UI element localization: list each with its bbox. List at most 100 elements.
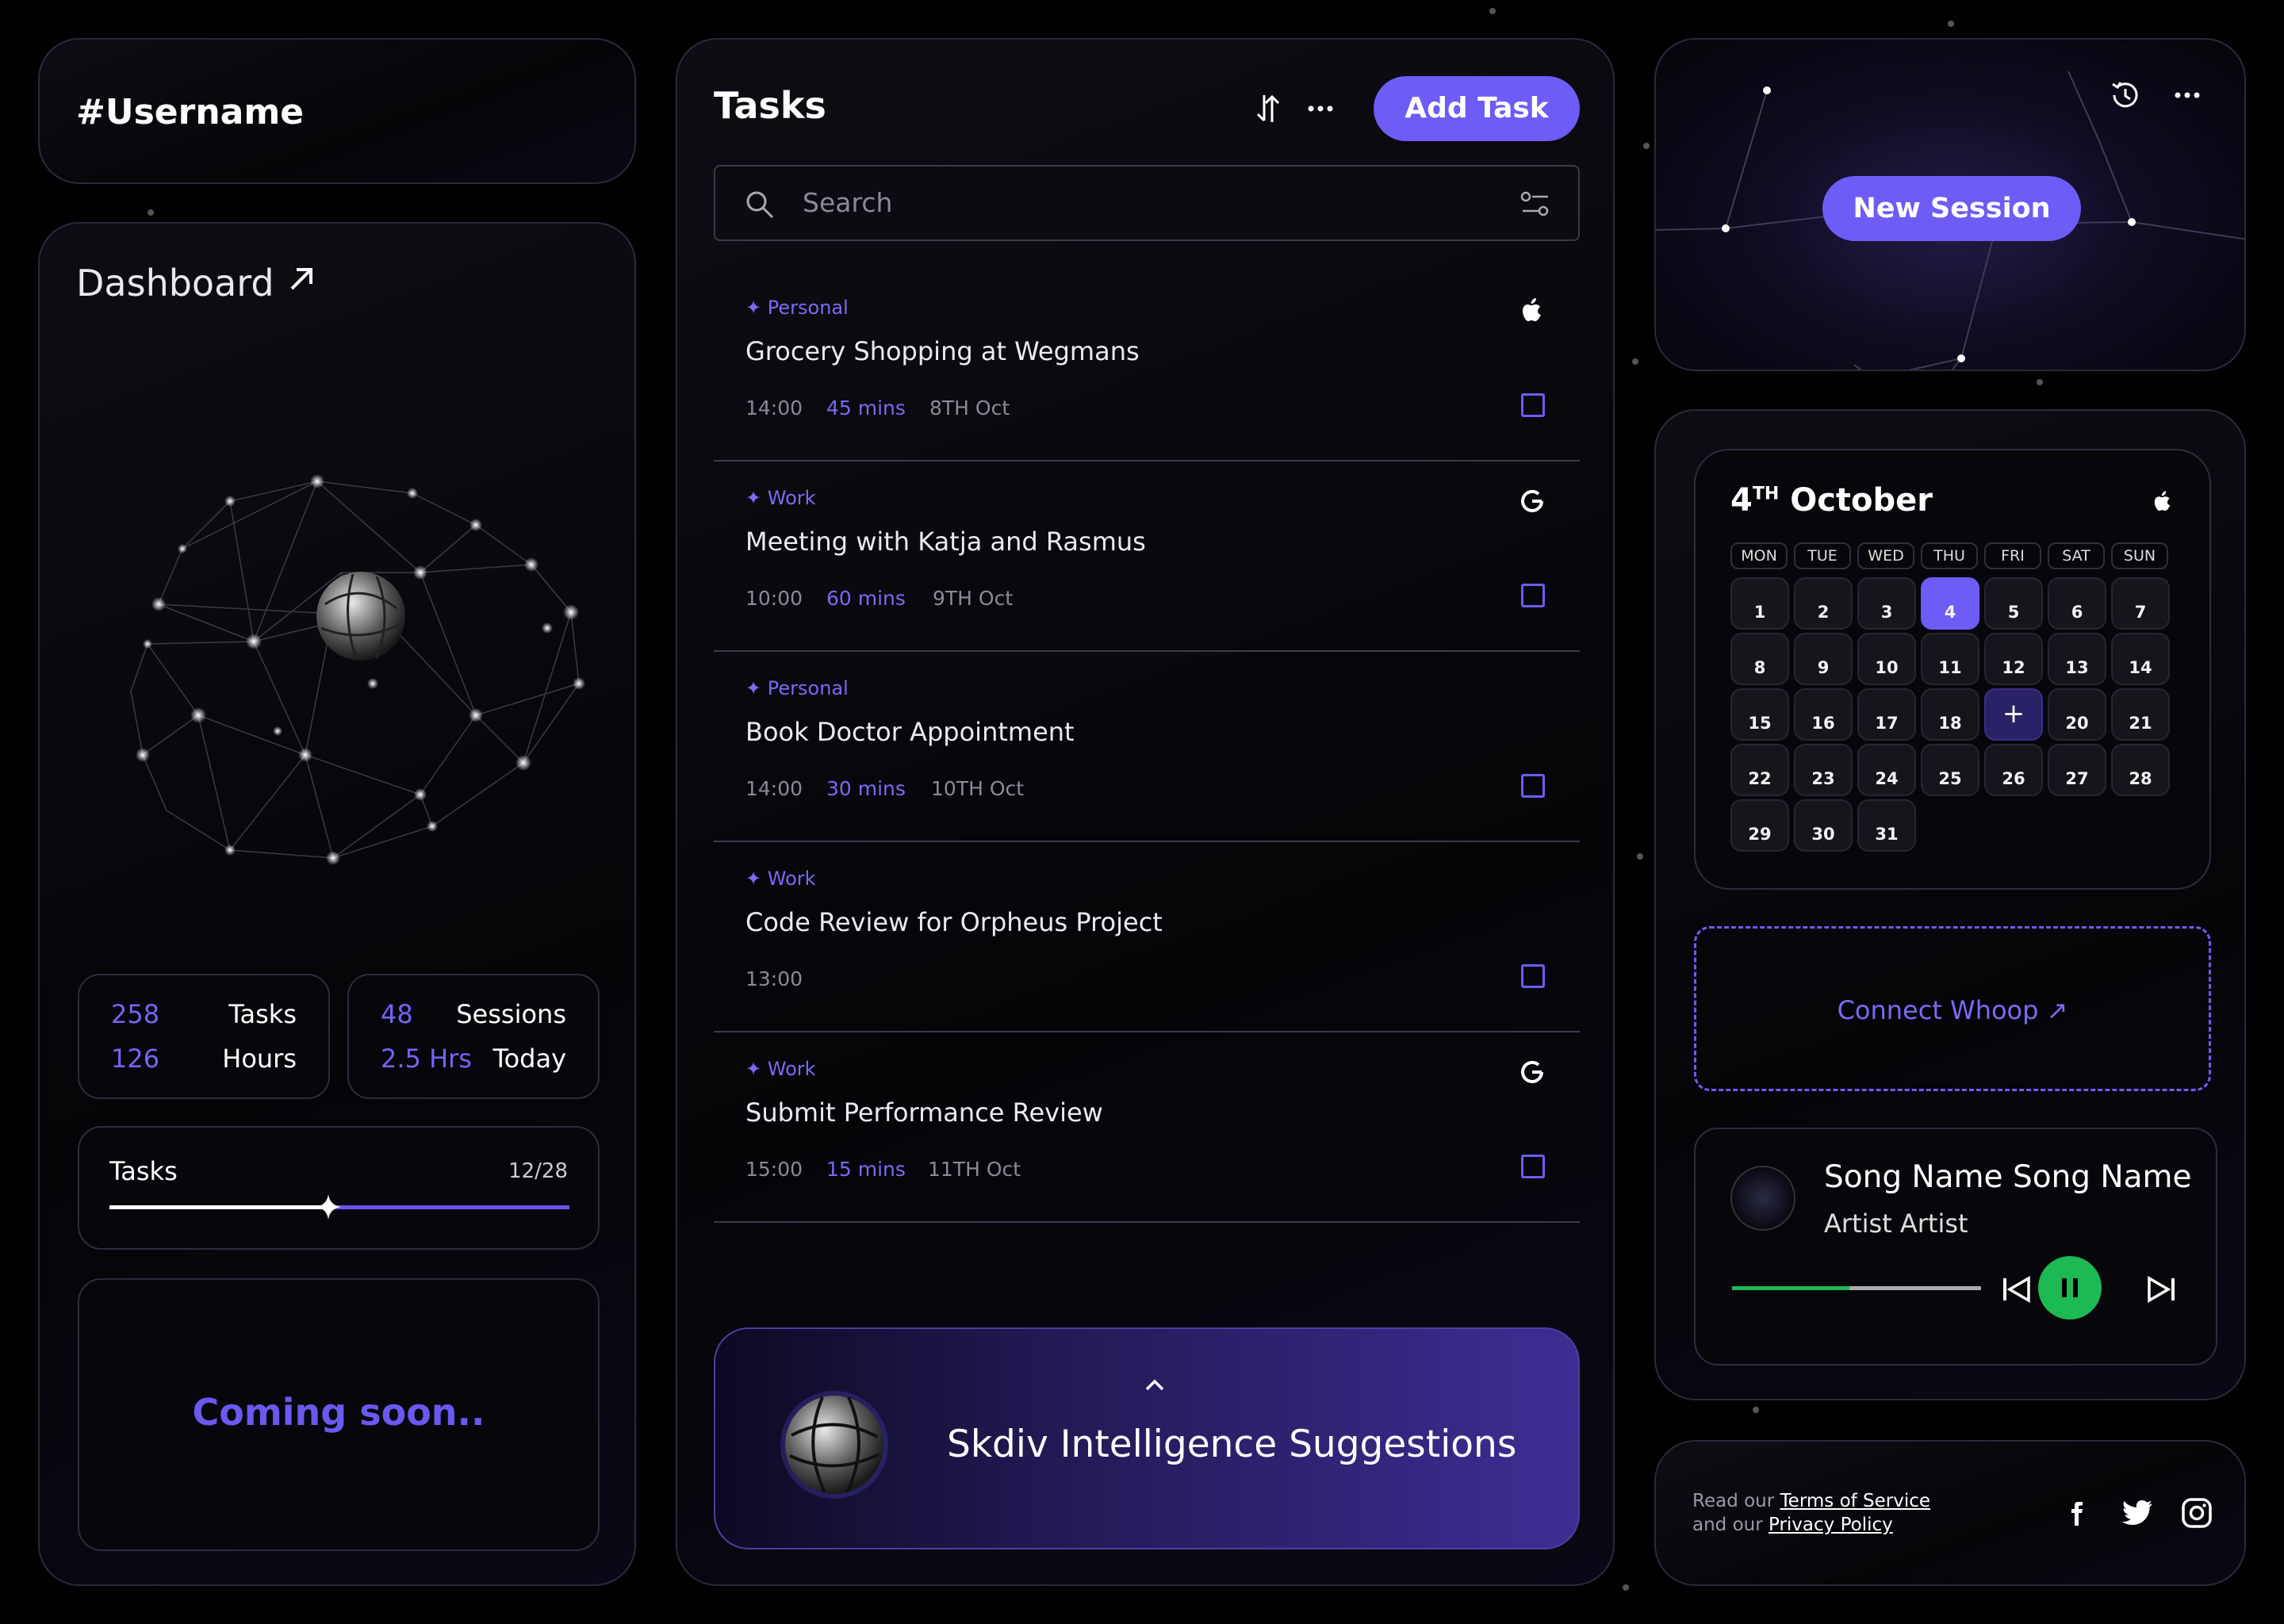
calendar-day-cell[interactable]: 25: [1921, 744, 1979, 796]
stat-label: Today: [492, 1044, 566, 1074]
calendar-day-cell[interactable]: 5: [1984, 577, 2043, 630]
connect-whoop-button[interactable]: Connect Whoop ↗: [1694, 926, 2211, 1091]
task-title: Code Review for Orpheus Project: [745, 907, 1163, 937]
calendar-day-cell[interactable]: 29: [1730, 799, 1789, 852]
username-label: #Username: [76, 92, 305, 132]
task-item[interactable]: ✦ Personal Book Doctor Appointment 14:00…: [714, 652, 1580, 842]
instagram-icon[interactable]: [2181, 1497, 2213, 1529]
calendar-day-cell[interactable]: 1: [1730, 577, 1789, 630]
task-checkbox[interactable]: [1521, 1155, 1545, 1178]
previous-track-icon[interactable]: [2000, 1275, 2032, 1304]
calendar-day-cell[interactable]: 16: [1794, 688, 1853, 741]
stat-value: 258: [111, 999, 160, 1029]
more-options-icon[interactable]: [1301, 89, 1340, 128]
star-decoration: [148, 209, 154, 216]
facebook-icon[interactable]: [2064, 1497, 2092, 1529]
task-item[interactable]: ✦ Work Meeting with Katja and Rasmus 10:…: [714, 462, 1580, 652]
calendar-day-cell[interactable]: 3: [1857, 577, 1916, 630]
history-icon[interactable]: [2108, 78, 2143, 113]
ai-orb-icon: [780, 1391, 888, 1499]
add-task-button[interactable]: Add Task: [1374, 76, 1580, 141]
new-session-button[interactable]: New Session: [1822, 176, 2081, 241]
calendar-day-cell[interactable]: 21: [2111, 688, 2170, 741]
calendar-day-cell[interactable]: 2: [1794, 577, 1853, 630]
stat-value: 126: [111, 1044, 160, 1074]
calendar-day-cell[interactable]: 4: [1921, 577, 1979, 630]
star-decoration: [2037, 379, 2043, 385]
calendar-day-cell[interactable]: 15: [1730, 688, 1789, 741]
search-input[interactable]: Search: [714, 165, 1580, 241]
calendar-day-cell[interactable]: 30: [1794, 799, 1853, 852]
progress-bar-fill: [109, 1205, 328, 1209]
calendar-day-cell[interactable]: 17: [1857, 688, 1916, 741]
progress-label: Tasks: [109, 1156, 178, 1186]
calendar-widget: 4TH October MON TUE WED THU FRI SAT SUN 1 2 3 4 5 6 7…: [1694, 449, 2211, 890]
playback-progress-track[interactable]: [1849, 1286, 1981, 1290]
filter-icon[interactable]: [1519, 189, 1551, 220]
username-card: #Username: [38, 38, 636, 184]
task-checkbox[interactable]: [1521, 584, 1545, 607]
task-checkbox[interactable]: [1521, 393, 1545, 417]
task-duration: 15 mins: [826, 1158, 906, 1181]
dashboard-card: Dashboard 258 Tasks 126 Hours 48 Session…: [38, 222, 636, 1586]
calendar-day-cell[interactable]: 8: [1730, 633, 1789, 685]
coming-soon-card: Coming soon..: [78, 1278, 600, 1551]
stat-value: 48: [381, 999, 413, 1029]
calendar-day-cell[interactable]: 23: [1794, 744, 1853, 796]
twitter-icon[interactable]: [2121, 1497, 2156, 1529]
more-options-icon[interactable]: [2170, 78, 2205, 113]
task-time: 14:00: [745, 777, 803, 800]
task-item[interactable]: ✦ Work Submit Performance Review 15:00 1…: [714, 1032, 1580, 1223]
task-item[interactable]: ✦ Personal Grocery Shopping at Wegmans 1…: [714, 271, 1580, 462]
calendar-day-cell[interactable]: 14: [2111, 633, 2170, 685]
intelligence-suggestions-panel[interactable]: Skdiv Intelligence Suggestions: [714, 1327, 1580, 1549]
stat-value: 2.5 Hrs: [381, 1044, 472, 1074]
stats-tile-sessions: 48 Sessions 2.5 Hrs Today: [347, 974, 600, 1099]
task-category: ✦ Personal: [745, 677, 849, 699]
playback-progress-fill: [1732, 1286, 1849, 1290]
task-category: ✦ Work: [745, 1058, 816, 1080]
calendar-day-cell[interactable]: 7: [2111, 577, 2170, 630]
calendar-day-cell[interactable]: 6: [2048, 577, 2106, 630]
calendar-day-cell[interactable]: 20: [2048, 688, 2106, 741]
star-decoration: [1632, 358, 1638, 365]
calendar-day-cell[interactable]: 18: [1921, 688, 1979, 741]
pause-button[interactable]: [2038, 1256, 2102, 1320]
privacy-link[interactable]: Privacy Policy: [1769, 1515, 1893, 1535]
calendar-day-cell[interactable]: 11: [1921, 633, 1979, 685]
calendar-day-suffix: TH: [1752, 484, 1780, 504]
task-checkbox[interactable]: [1521, 774, 1545, 798]
task-date: 8TH Oct: [929, 396, 1010, 419]
task-category-label: Personal: [767, 297, 849, 319]
legal-prefix: Read our: [1692, 1491, 1780, 1511]
sort-icon[interactable]: [1248, 89, 1288, 128]
calendar-day-cell[interactable]: 31: [1857, 799, 1916, 852]
dashboard-title[interactable]: Dashboard: [76, 262, 274, 304]
task-checkbox[interactable]: [1521, 964, 1545, 988]
calendar-day-cell[interactable]: 22: [1730, 744, 1789, 796]
star-decoration: [1623, 1584, 1629, 1591]
calendar-day-cell[interactable]: 28: [2111, 744, 2170, 796]
calendar-day: 4: [1730, 482, 1753, 519]
calendar-day-cell[interactable]: 26: [1984, 744, 2043, 796]
right-widgets-card: 4TH October MON TUE WED THU FRI SAT SUN 1 2 3 4 5 6 7…: [1654, 409, 2246, 1400]
add-event-cell[interactable]: +: [1984, 688, 2043, 741]
task-category-label: Work: [767, 487, 816, 509]
progress-slider-handle[interactable]: [316, 1194, 341, 1220]
network-sphere-icon: [130, 474, 585, 865]
terms-link[interactable]: Terms of Service: [1780, 1491, 1931, 1511]
calendar-day-cell[interactable]: 12: [1984, 633, 2043, 685]
calendar-day-cell[interactable]: 24: [1857, 744, 1916, 796]
external-arrow-icon[interactable]: [286, 263, 317, 295]
calendar-day-cell[interactable]: 9: [1794, 633, 1853, 685]
chevron-up-icon[interactable]: [1139, 1373, 1171, 1397]
weekday-label: MON: [1730, 542, 1788, 569]
search-placeholder: Search: [803, 187, 893, 218]
next-track-icon[interactable]: [2146, 1275, 2178, 1304]
music-player: Song Name Song Name Artist Artist: [1694, 1128, 2217, 1365]
stats-tile-tasks: 258 Tasks 126 Hours: [78, 974, 330, 1099]
task-item[interactable]: ✦ Work Code Review for Orpheus Project 1…: [714, 842, 1580, 1032]
calendar-day-cell[interactable]: 27: [2048, 744, 2106, 796]
calendar-day-cell[interactable]: 10: [1857, 633, 1916, 685]
calendar-day-cell[interactable]: 13: [2048, 633, 2106, 685]
